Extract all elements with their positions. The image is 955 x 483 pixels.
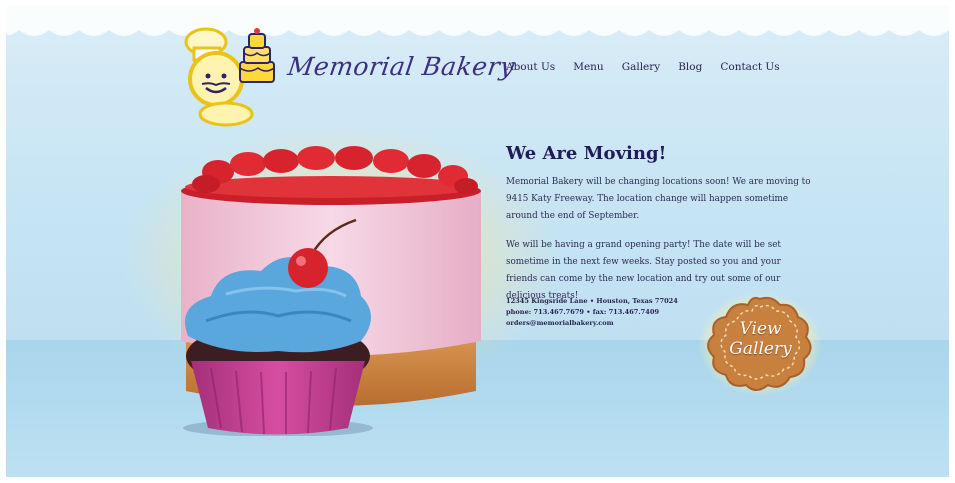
- moving-paragraph: Memorial Bakery will be changing locatio…: [506, 177, 811, 221]
- address-line: 12345 Kingsride Lane • Houston, Texas 77…: [506, 297, 678, 305]
- nav-gallery[interactable]: Gallery: [622, 61, 661, 73]
- page-frame: Memorial Bakery About Us Menu Gallery Bl…: [6, 6, 949, 477]
- phone-fax-line: phone: 713.467.7679 • fax: 713.467.7409: [506, 308, 660, 316]
- view-gallery-line1: View: [739, 319, 782, 339]
- view-gallery-button[interactable]: View Gallery: [698, 291, 823, 396]
- scalloped-top-border: [6, 6, 949, 36]
- page-title: We Are Moving!: [506, 143, 667, 164]
- email-link[interactable]: orders@memorialbakery.com: [506, 318, 706, 329]
- view-gallery-line2: Gallery: [729, 339, 792, 359]
- main-nav: About Us Menu Gallery Blog Contact Us: [506, 61, 780, 73]
- brand-name[interactable]: Memorial Bakery: [286, 52, 517, 81]
- baker-logo-icon[interactable]: [174, 22, 284, 127]
- contact-info: 12345 Kingsride Lane • Houston, Texas 77…: [506, 296, 706, 329]
- nav-contact-us[interactable]: Contact Us: [720, 61, 779, 73]
- nav-about-us[interactable]: About Us: [506, 61, 555, 73]
- nav-menu[interactable]: Menu: [573, 61, 604, 73]
- nav-blog[interactable]: Blog: [678, 61, 702, 73]
- cake-illustration: [181, 146, 481, 436]
- view-gallery-label: View Gallery: [698, 319, 823, 359]
